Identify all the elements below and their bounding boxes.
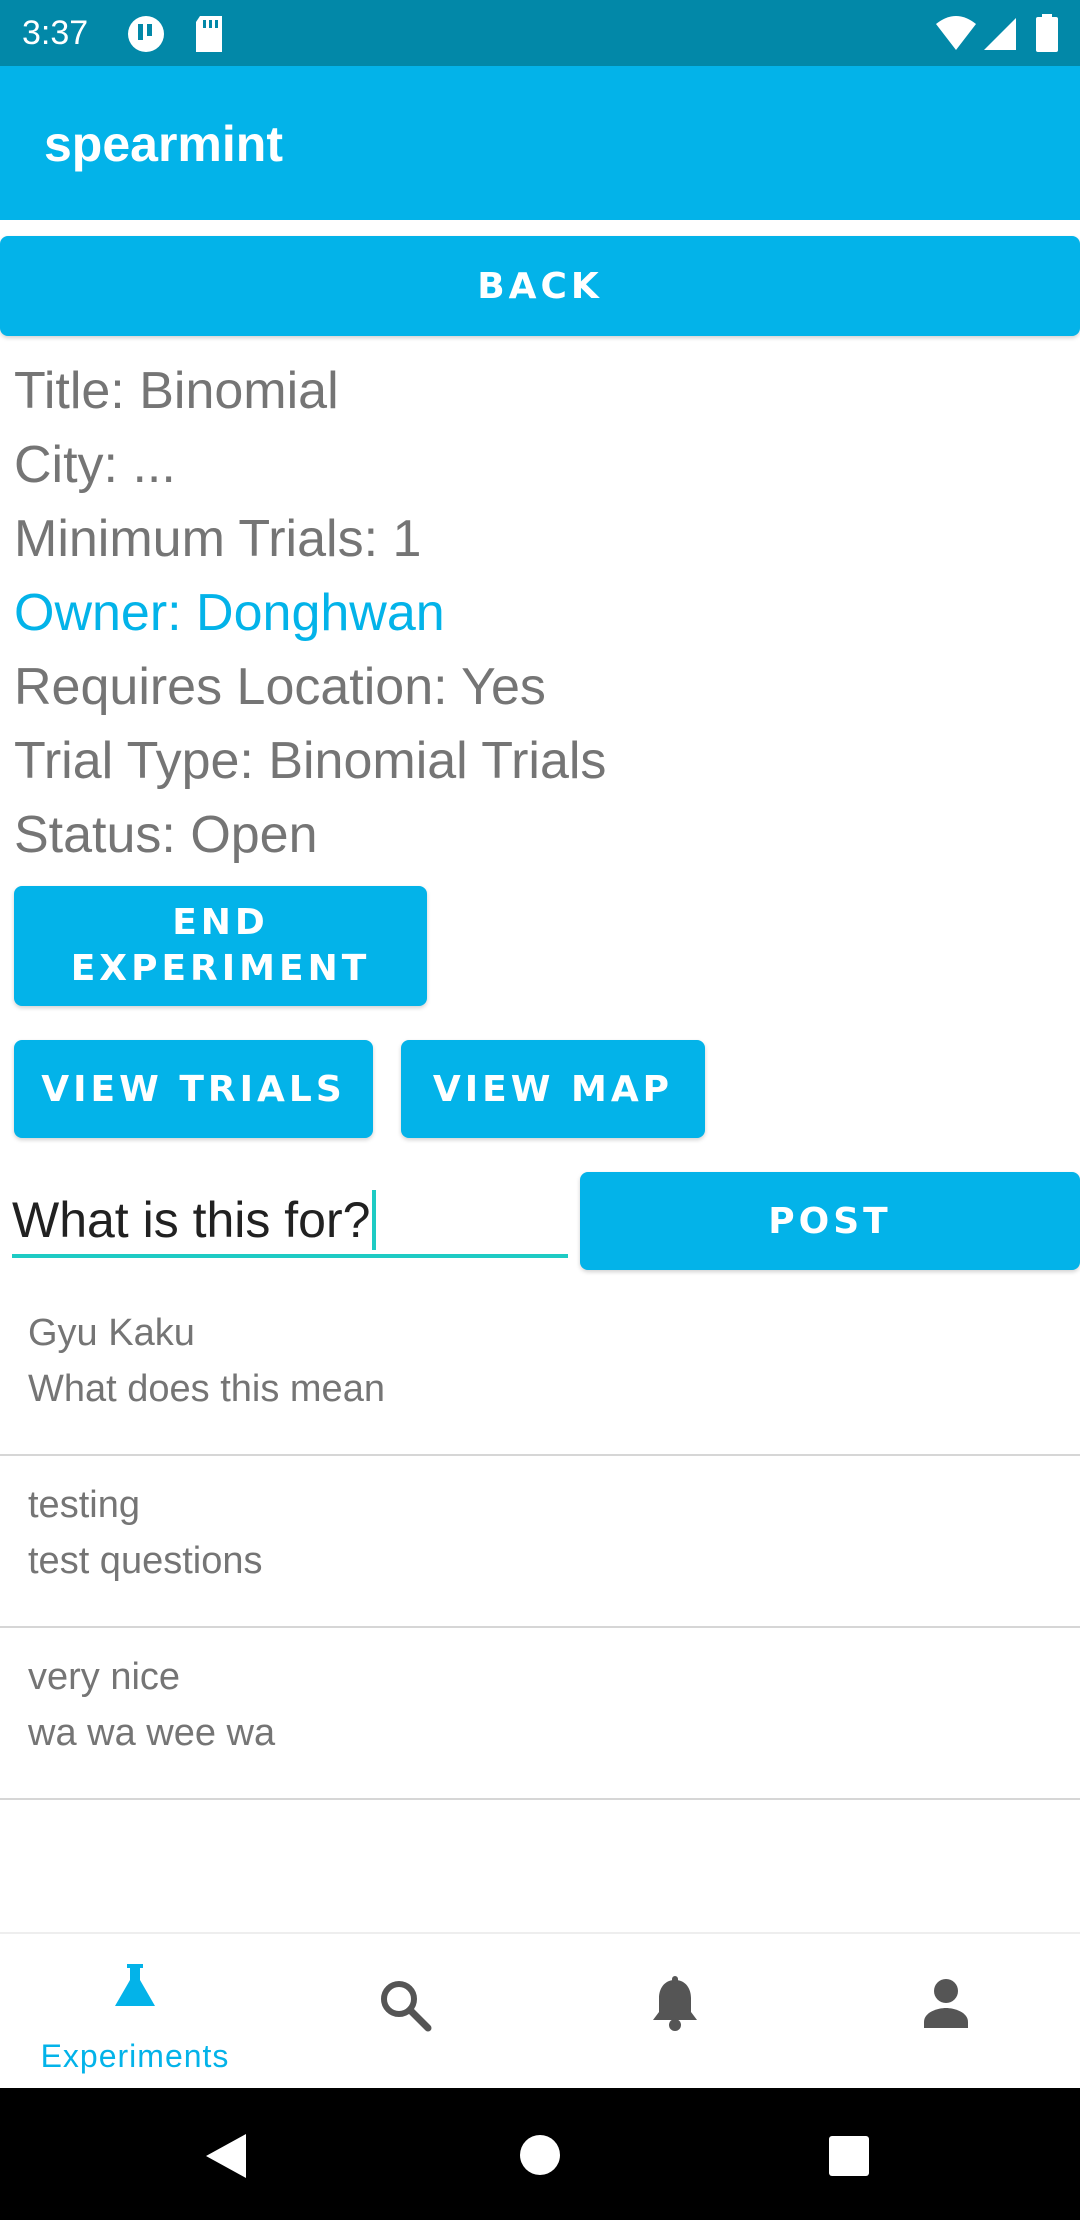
home-circle-icon[interactable]	[519, 2134, 561, 2180]
experiment-owner-link[interactable]: Owner: Donghwan	[14, 576, 445, 650]
back-button[interactable]: BACK	[0, 236, 1080, 336]
view-trials-button[interactable]: VIEW TRIALS	[14, 1040, 373, 1138]
post-button[interactable]: POST	[580, 1172, 1080, 1270]
person-icon	[922, 1978, 970, 2032]
comment-user: very nice	[28, 1656, 181, 1698]
comment-user: testing	[28, 1484, 140, 1526]
wifi-icon	[934, 14, 978, 58]
bell-icon	[650, 1976, 700, 2036]
nav-item-search[interactable]	[270, 1934, 540, 2090]
view-map-label: VIEW MAP	[432, 1068, 674, 1110]
search-icon	[378, 1978, 432, 2036]
experiment-trial-type: Trial Type: Binomial Trials	[14, 732, 607, 790]
text-caret	[372, 1189, 377, 1250]
question-input-underline	[12, 1254, 568, 1258]
cell-signal-icon	[982, 14, 1018, 58]
experiment-title: Title: Binomial	[14, 362, 339, 420]
experiment-requires-location: Requires Location: Yes	[14, 658, 546, 716]
comment-user: Gyu Kaku	[28, 1312, 195, 1354]
list-item[interactable]: very nice wa wa wee wa	[0, 1630, 1080, 1800]
end-experiment-label-line2: EXPERIMENT	[70, 948, 371, 989]
question-input[interactable]: What is this for?	[12, 1180, 568, 1260]
comment-text: wa wa wee wa	[28, 1712, 276, 1754]
question-input-value: What is this for?	[12, 1192, 371, 1248]
system-navigation-bar	[0, 2088, 1080, 2220]
end-experiment-button[interactable]: END EXPERIMENT	[14, 886, 427, 1006]
nav-item-notifications[interactable]	[540, 1934, 810, 2090]
back-triangle-icon[interactable]	[204, 2132, 248, 2184]
post-button-label: POST	[768, 1200, 892, 1242]
nav-label-experiments: Experiments	[40, 2038, 230, 2074]
flask-icon	[111, 1962, 159, 2014]
recents-square-icon[interactable]	[829, 2136, 869, 2180]
nav-item-profile[interactable]	[810, 1934, 1080, 2090]
comment-text: test questions	[28, 1540, 263, 1582]
battery-icon	[1036, 14, 1058, 58]
end-experiment-label-line1: END	[172, 902, 269, 943]
list-item[interactable]: testing test questions	[0, 1458, 1080, 1628]
experiment-city: City: ...	[14, 436, 176, 494]
experiment-status: Status: Open	[14, 806, 318, 864]
back-button-label: BACK	[477, 265, 603, 307]
view-trials-label: VIEW TRIALS	[41, 1068, 346, 1110]
screen: 3:37 spearmint BACK Title: Binomial City…	[0, 0, 1080, 2220]
view-map-button[interactable]: VIEW MAP	[401, 1040, 705, 1138]
app-title: spearmint	[44, 116, 283, 172]
status-time: 3:37	[22, 14, 89, 52]
sd-card-icon	[192, 14, 226, 58]
bottom-navigation: Experiments	[0, 1932, 1080, 2088]
list-item[interactable]: Gyu Kaku What does this mean	[0, 1286, 1080, 1456]
nav-item-experiments[interactable]: Experiments	[0, 1934, 270, 2090]
comment-text: What does this mean	[28, 1368, 385, 1410]
experiment-min-trials: Minimum Trials: 1	[14, 510, 422, 568]
app-notification-icon	[126, 14, 166, 58]
status-bar: 3:37	[0, 0, 1080, 66]
